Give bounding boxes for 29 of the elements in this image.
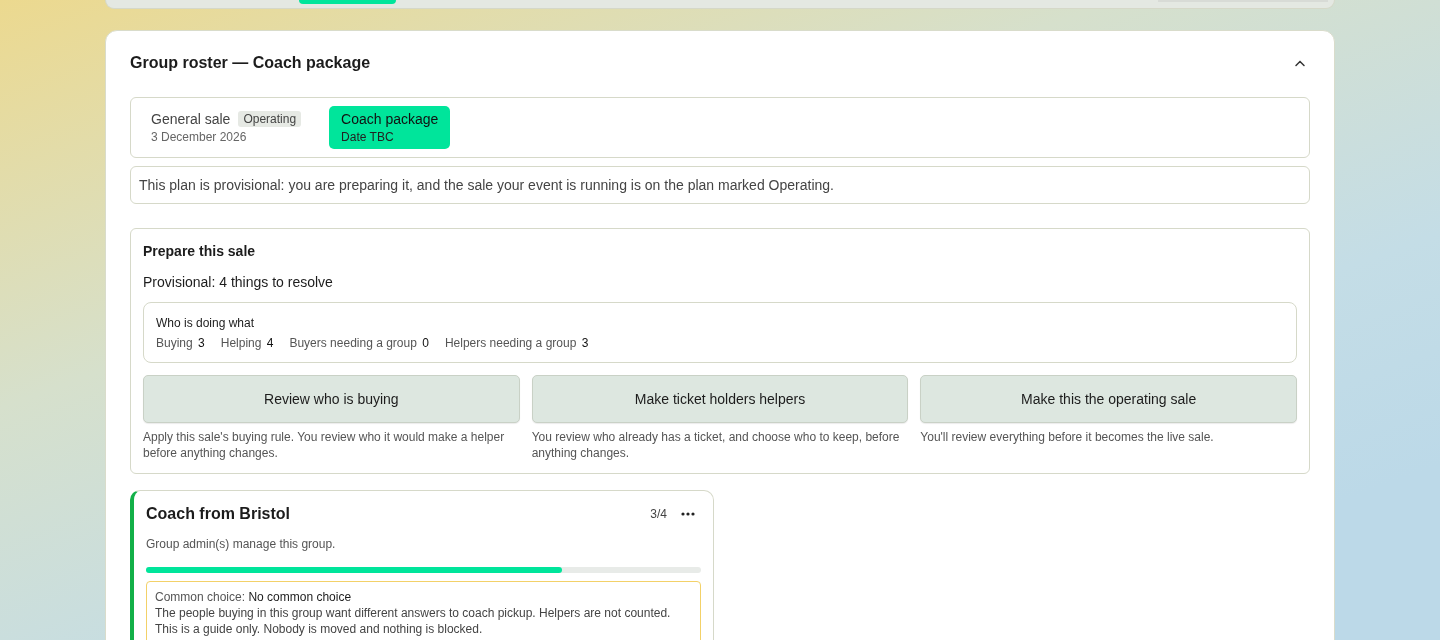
group-title: Coach from Bristol bbox=[146, 505, 291, 524]
stat-text: Helpers needing a group 3 bbox=[444, 336, 589, 350]
stat-text: Buyers needing a group 0 bbox=[289, 336, 429, 350]
plan-date: Date TBC bbox=[341, 130, 395, 144]
panel-title: Prepare this sale bbox=[143, 243, 257, 259]
action-button[interactable]: Make this the operating sale bbox=[920, 375, 1297, 423]
plan-tab[interactable]: General sale Operating 3 December 2026 bbox=[143, 106, 310, 149]
section-title: Group roster — Coach package bbox=[130, 54, 371, 72]
more-icon[interactable] bbox=[681, 512, 695, 517]
status-badge: Operating bbox=[238, 111, 302, 127]
choice-text: Common choice: No common choice bbox=[155, 590, 353, 605]
status-text: Provisional: 4 things to resolve bbox=[143, 274, 334, 290]
action-description: Apply this sale's buying rule. You review who it would make a helper before anything changes. bbox=[143, 429, 506, 462]
action-button[interactable]: Make ticket holders helpers bbox=[531, 375, 909, 423]
plan-name: Coach package bbox=[341, 111, 439, 127]
summary-title: Who is doing what bbox=[156, 316, 256, 330]
plan-date: 3 December 2026 bbox=[151, 130, 248, 144]
stat-text: Helping 4 bbox=[220, 336, 274, 350]
action-button[interactable]: Review who is buying bbox=[143, 375, 520, 423]
group-description: Group admin(s) manage this group. bbox=[146, 537, 337, 552]
notice-text: This plan is provisional: you are preparing it, and the sale your event is running is on the plan marked Operating. bbox=[130, 166, 1310, 204]
stat-text: Buying 3 bbox=[156, 336, 205, 350]
plan-name: General sale bbox=[151, 111, 231, 127]
plan-tab[interactable]: Coach package Date TBC bbox=[329, 106, 451, 149]
chevron-icon[interactable] bbox=[1294, 59, 1306, 67]
action-description: You'll review everything before it becomes the live sale. bbox=[920, 429, 1215, 446]
group-count: 3/4 bbox=[650, 507, 667, 522]
choice-description: The people buying in this group want different answers to coach pickup. Helpers are not counted. This is a guide only. Nobody is moved and nothing is blocked. bbox=[155, 606, 672, 638]
action-description: You review who already has a ticket, and choose who to keep, before anything changes. bbox=[531, 429, 901, 462]
